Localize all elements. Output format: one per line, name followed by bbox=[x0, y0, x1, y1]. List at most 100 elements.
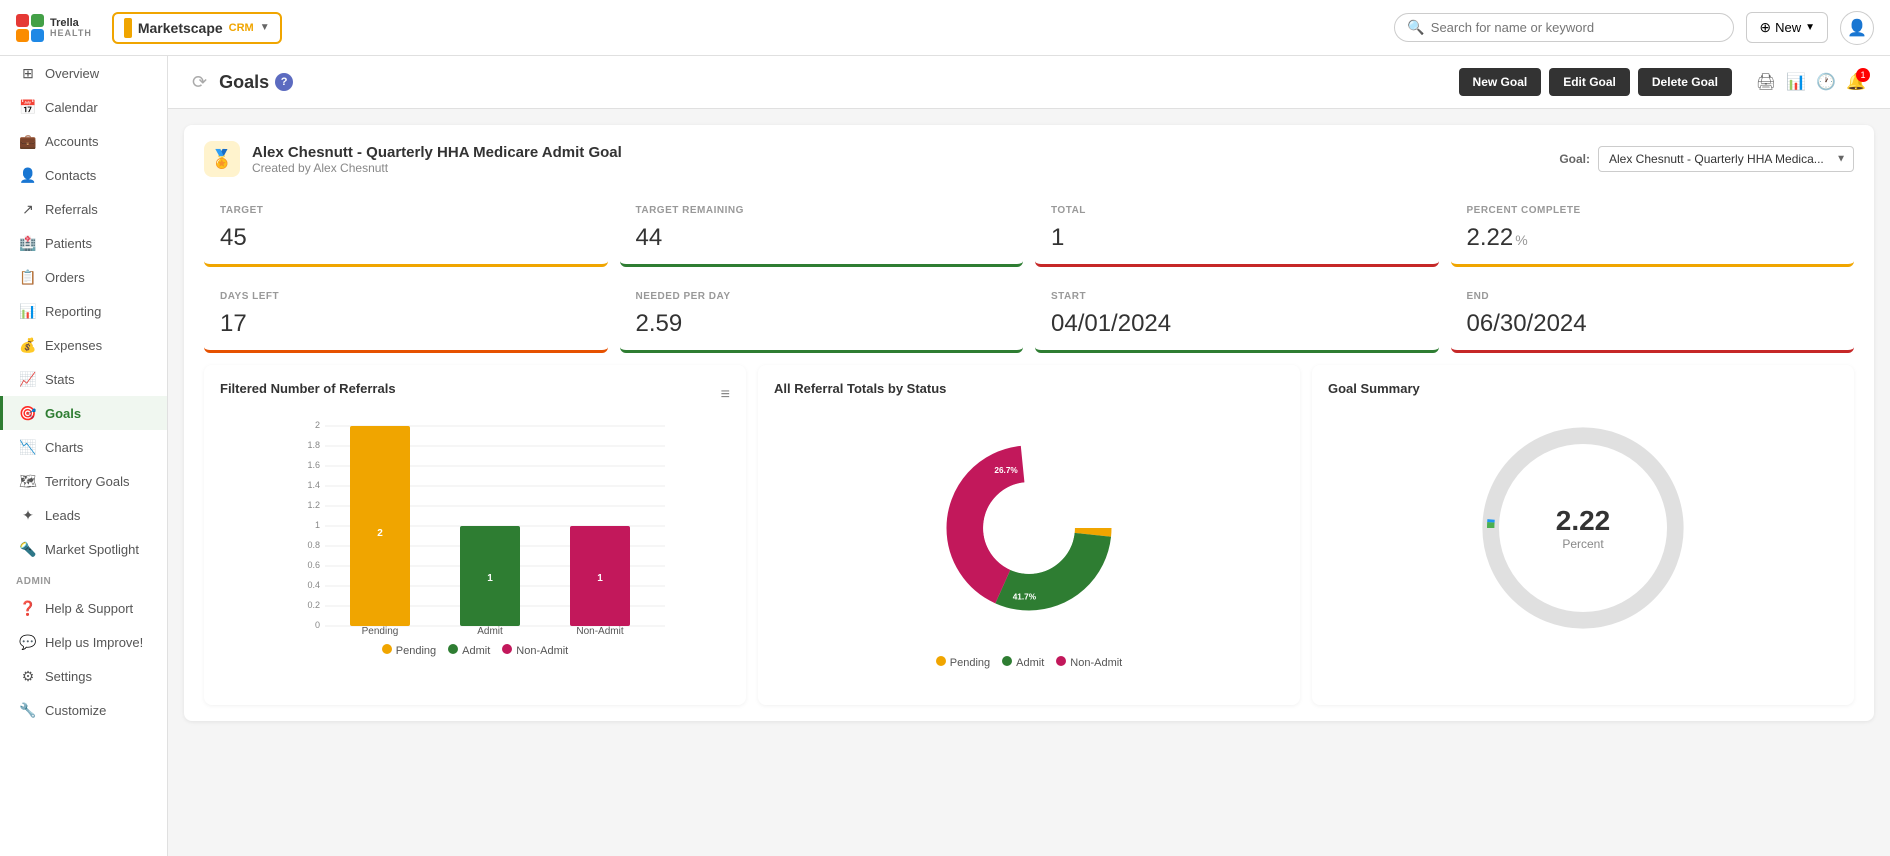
help-badge[interactable]: ? bbox=[275, 73, 293, 91]
svg-text:0.2: 0.2 bbox=[307, 600, 320, 610]
sidebar-item-expenses[interactable]: 💰Expenses bbox=[0, 328, 167, 362]
notification-button[interactable]: 🔔 1 bbox=[1846, 72, 1866, 92]
sidebar-item-help-support[interactable]: ❓ Help & Support bbox=[0, 591, 167, 625]
sidebar-label-market-spotlight: Market Spotlight bbox=[45, 542, 139, 557]
orders-icon: 📋 bbox=[19, 268, 37, 286]
new-goal-button[interactable]: New Goal bbox=[1459, 68, 1542, 96]
reporting-icon: 📊 bbox=[19, 302, 37, 320]
logo-text-trella: Trella bbox=[50, 17, 92, 29]
sidebar-label-leads: Leads bbox=[45, 508, 80, 523]
sidebar-item-market-spotlight[interactable]: 🔦Market Spotlight bbox=[0, 532, 167, 566]
top-header: Trella HEALTH Marketscape CRM ▼ 🔍 ⊕ New … bbox=[0, 0, 1890, 56]
export-button[interactable]: 📊 bbox=[1786, 72, 1806, 92]
edit-goal-button[interactable]: Edit Goal bbox=[1549, 68, 1630, 96]
svg-text:0.4: 0.4 bbox=[307, 580, 320, 590]
svg-text:1.2: 1.2 bbox=[307, 500, 320, 510]
donut-chart-legend: Pending Admit Non-Admit bbox=[774, 656, 1284, 669]
sidebar-item-overview[interactable]: ⊞ Overview bbox=[0, 56, 167, 90]
logo-icon bbox=[16, 14, 44, 42]
goal-selector-dropdown[interactable]: Alex Chesnutt - Quarterly HHA Medica... bbox=[1598, 146, 1854, 172]
sidebar-item-charts[interactable]: 📉Charts bbox=[0, 430, 167, 464]
svg-text:2: 2 bbox=[315, 420, 320, 430]
contacts-icon: 👤 bbox=[19, 166, 37, 184]
new-label: New bbox=[1775, 20, 1801, 35]
search-input[interactable] bbox=[1431, 20, 1722, 35]
svg-text:41.7%: 41.7% bbox=[1013, 593, 1037, 602]
svg-text:1: 1 bbox=[487, 573, 493, 584]
user-button[interactable]: 👤 bbox=[1840, 11, 1874, 45]
goal-selector-area: Goal: Alex Chesnutt - Quarterly HHA Medi… bbox=[1559, 146, 1854, 172]
goal-subtitle: Created by Alex Chesnutt bbox=[252, 161, 622, 175]
stats-icon: 📈 bbox=[19, 370, 37, 388]
gauge-label: Percent bbox=[1556, 537, 1611, 551]
loading-spinner: ⟳ bbox=[192, 72, 207, 93]
logo-text-health: HEALTH bbox=[50, 29, 92, 39]
sidebar-item-referrals[interactable]: ↗ Referrals bbox=[0, 192, 167, 226]
svg-text:Non-Admit: Non-Admit bbox=[576, 626, 623, 636]
gauge-value: 2.22 bbox=[1556, 505, 1611, 537]
donut-chart-title: All Referral Totals by Status bbox=[774, 381, 1284, 396]
customize-icon: 🔧 bbox=[19, 701, 37, 719]
history-button[interactable]: 🕐 bbox=[1816, 72, 1836, 92]
patients-icon: 🏥 bbox=[19, 234, 37, 252]
delete-goal-button[interactable]: Delete Goal bbox=[1638, 68, 1732, 96]
stat-label-row2-1: NEEDED PER DAY bbox=[636, 291, 1008, 302]
sidebar-item-calendar[interactable]: 📅Calendar bbox=[0, 90, 167, 124]
stat-label-row2-0: DAYS LEFT bbox=[220, 291, 592, 302]
sidebar-item-contacts[interactable]: 👤Contacts bbox=[0, 158, 167, 192]
overview-icon: ⊞ bbox=[19, 64, 37, 82]
gauge-chart-card: Goal Summary 2.22 Percent bbox=[1312, 365, 1854, 705]
svg-text:1: 1 bbox=[315, 520, 320, 530]
sidebar-label-goals: Goals bbox=[45, 406, 81, 421]
sidebar-item-accounts[interactable]: 💼Accounts bbox=[0, 124, 167, 158]
stat-label-row2-3: END bbox=[1467, 291, 1839, 302]
sidebar-label-reporting: Reporting bbox=[45, 304, 101, 319]
sidebar-label-referrals: Referrals bbox=[45, 202, 98, 217]
accounts-icon: 💼 bbox=[19, 132, 37, 150]
sidebar-item-orders[interactable]: 📋Orders bbox=[0, 260, 167, 294]
sidebar-label-help-support: Help & Support bbox=[45, 601, 133, 616]
sidebar-label-overview: Overview bbox=[45, 66, 99, 81]
leads-icon: ✦ bbox=[19, 506, 37, 524]
legend-admit: Admit bbox=[448, 644, 490, 657]
sidebar-item-stats[interactable]: 📈Stats bbox=[0, 362, 167, 396]
goal-selector-label: Goal: bbox=[1559, 152, 1590, 166]
donut-area: 26.7% 30.0% 41.7% bbox=[774, 408, 1284, 648]
svg-text:0.6: 0.6 bbox=[307, 560, 320, 570]
bar-chart-legend: Pending Admit Non-Admit bbox=[220, 644, 730, 657]
stat-card-end: END 06/30/2024 bbox=[1451, 279, 1855, 353]
goal-card-header: 🏅 Alex Chesnutt - Quarterly HHA Medicare… bbox=[204, 141, 1854, 177]
sidebar-item-help-improve[interactable]: 💬Help us Improve! bbox=[0, 625, 167, 659]
stat-value-1: 44 bbox=[636, 224, 1008, 252]
sidebar-item-customize[interactable]: 🔧Customize bbox=[0, 693, 167, 727]
svg-text:2: 2 bbox=[377, 528, 383, 539]
svg-text:Admit: Admit bbox=[477, 626, 503, 636]
stat-value-2: 1 bbox=[1051, 224, 1423, 252]
stat-value-row2-1: 2.59 bbox=[636, 310, 1008, 338]
referrals-icon: ↗ bbox=[19, 200, 37, 218]
svg-text:30.0%: 30.0% bbox=[1068, 503, 1092, 512]
stat-card-percent-complete: PERCENT COMPLETE 2.22% bbox=[1451, 193, 1855, 267]
goals-icon: 🎯 bbox=[19, 404, 37, 422]
sidebar-label-help-improve: Help us Improve! bbox=[45, 635, 143, 650]
sidebar-item-territory-goals[interactable]: 🗺Territory Goals bbox=[0, 464, 167, 498]
help-support-icon: ❓ bbox=[19, 599, 37, 617]
sidebar-item-patients[interactable]: 🏥Patients bbox=[0, 226, 167, 260]
search-bar: 🔍 bbox=[1394, 13, 1734, 42]
new-button[interactable]: ⊕ New ▼ bbox=[1746, 12, 1828, 43]
app-selector[interactable]: Marketscape CRM ▼ bbox=[112, 12, 282, 44]
sidebar-item-reporting[interactable]: 📊 Reporting bbox=[0, 294, 167, 328]
stat-value-row2-3: 06/30/2024 bbox=[1467, 310, 1839, 338]
sidebar-item-leads[interactable]: ✦ Leads bbox=[0, 498, 167, 532]
stat-card-target: TARGET 45 bbox=[204, 193, 608, 267]
bar-chart-card: Filtered Number of Referrals ≡ bbox=[204, 365, 746, 705]
stat-cards-row2: DAYS LEFT 17NEEDED PER DAY 2.59START 04/… bbox=[204, 279, 1854, 353]
chart-menu-icon[interactable]: ≡ bbox=[721, 386, 730, 404]
sidebar-item-settings[interactable]: ⚙Settings bbox=[0, 659, 167, 693]
stat-card-start: START 04/01/2024 bbox=[1035, 279, 1439, 353]
sidebar: ⊞ Overview 📅Calendar💼Accounts👤Contacts ↗ Ref… bbox=[0, 56, 168, 856]
print-button[interactable]: 🖨 bbox=[1756, 72, 1776, 92]
stat-card-target-remaining: TARGET REMAINING 44 bbox=[620, 193, 1024, 267]
svg-text:1.6: 1.6 bbox=[307, 460, 320, 470]
sidebar-item-goals[interactable]: 🎯 Goals bbox=[0, 396, 167, 430]
